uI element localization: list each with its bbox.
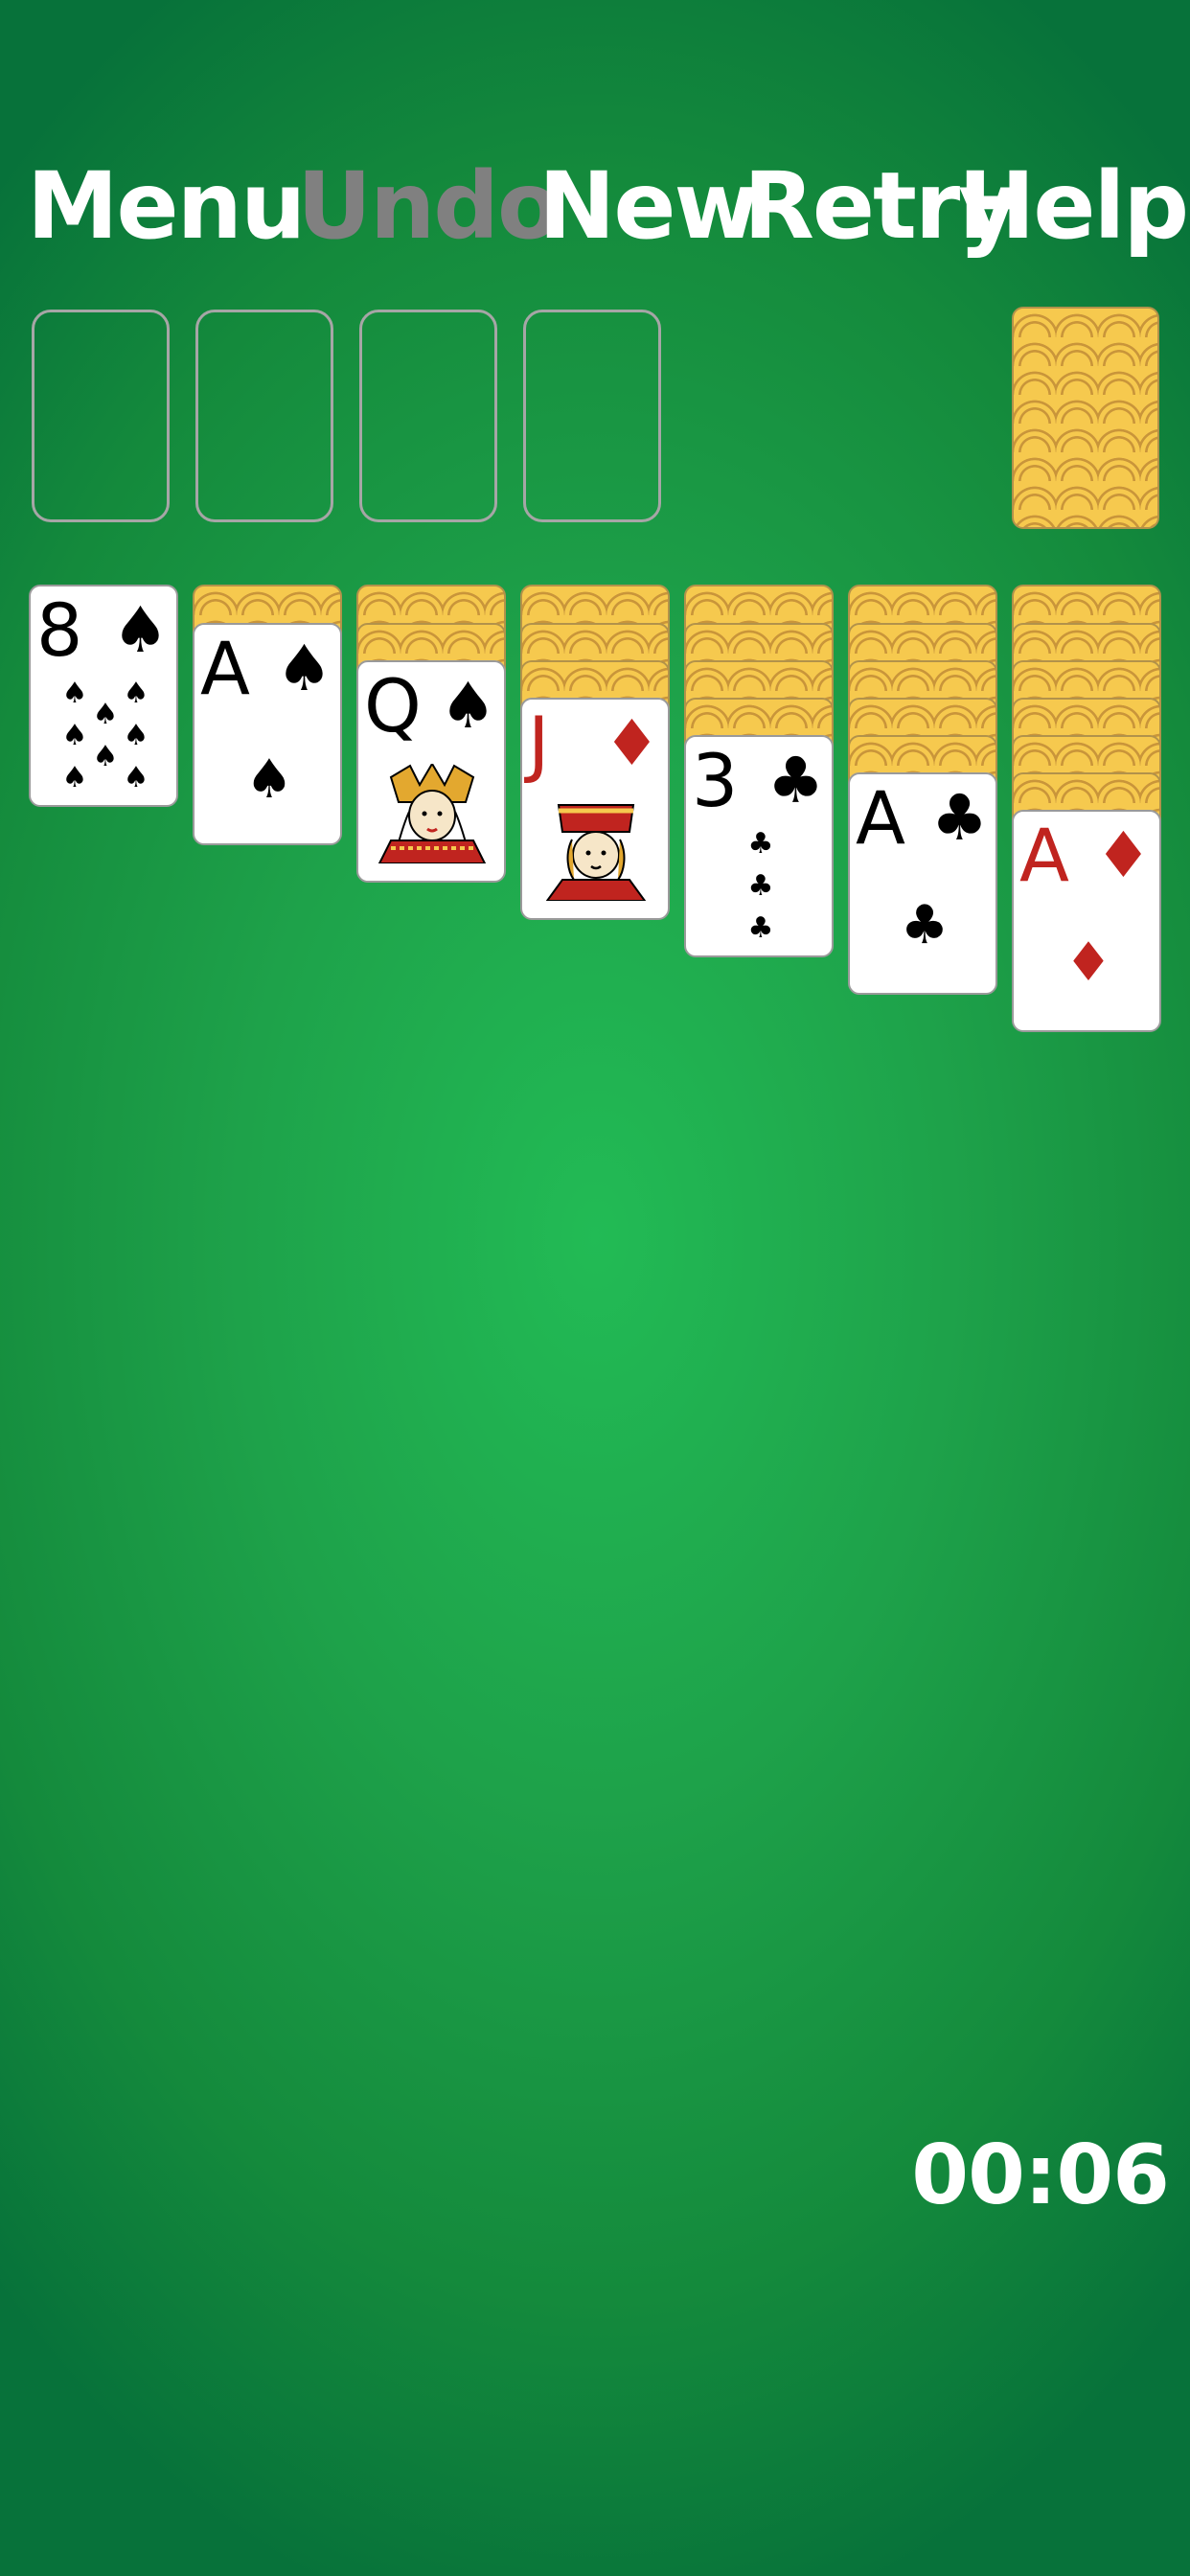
game-timer: 00:06: [911, 2128, 1170, 2223]
card-rank: A: [1019, 813, 1069, 898]
foundation-slot-2[interactable]: [195, 310, 333, 522]
spade-icon: ♠: [111, 593, 169, 667]
diamond-icon: ♦: [603, 706, 660, 780]
stock-pile[interactable]: [1012, 307, 1159, 529]
spade-icon: ♠: [61, 677, 88, 710]
new-game-button[interactable]: New: [538, 144, 759, 268]
card-rank: 8: [36, 587, 83, 673]
spade-icon: ♠: [123, 761, 149, 794]
menu-button[interactable]: Menu: [27, 144, 306, 268]
diamond-icon: ♦: [1094, 818, 1152, 892]
diamond-icon: ♦: [1064, 932, 1113, 994]
tableau-card-jack-diamonds[interactable]: J ♦: [520, 698, 670, 920]
queen-portrait-icon: [378, 764, 487, 863]
spade-icon: ♠: [61, 761, 88, 794]
tableau-card-8-spades[interactable]: 8 ♠ ♠ ♠ ♠ ♠ ♠ ♠ ♠ ♠: [29, 585, 178, 807]
club-icon: ♣: [900, 894, 950, 956]
card-rank: 3: [692, 738, 739, 823]
card-rank: A: [856, 775, 905, 861]
spade-icon: ♠: [275, 632, 332, 705]
card-rank: J: [528, 701, 550, 786]
spade-icon: ♠: [439, 669, 496, 743]
tableau-card-queen-spades[interactable]: Q ♠: [356, 660, 506, 883]
spade-icon: ♠: [244, 748, 294, 811]
club-icon: ♣: [747, 911, 774, 945]
card-rank: A: [200, 626, 250, 711]
undo-button[interactable]: Undo: [297, 144, 561, 268]
card-rank: Q: [364, 663, 422, 748]
menu-bar: Menu Undo New Retry Help: [0, 144, 1190, 268]
club-icon: ♣: [767, 744, 824, 817]
tableau-card-ace-diamonds[interactable]: A ♦ ♦: [1012, 810, 1161, 1032]
jack-portrait-icon: [545, 804, 647, 901]
tableau-card-3-clubs[interactable]: 3 ♣ ♣ ♣ ♣: [684, 735, 834, 957]
foundation-slot-3[interactable]: [359, 310, 497, 522]
spade-icon: ♠: [61, 719, 88, 752]
foundation-slot-4[interactable]: [523, 310, 661, 522]
foundation-slot-1[interactable]: [32, 310, 170, 522]
spade-icon: ♠: [123, 719, 149, 752]
club-icon: ♣: [930, 781, 988, 855]
tableau-card-ace-clubs[interactable]: A ♣ ♣: [848, 772, 997, 995]
spade-icon: ♠: [92, 740, 119, 773]
club-icon: ♣: [747, 827, 774, 861]
help-button[interactable]: Help: [958, 144, 1189, 268]
tableau-card-ace-spades[interactable]: A ♠ ♠: [193, 623, 342, 845]
spade-icon: ♠: [92, 698, 119, 731]
club-icon: ♣: [747, 869, 774, 903]
spade-icon: ♠: [123, 677, 149, 710]
